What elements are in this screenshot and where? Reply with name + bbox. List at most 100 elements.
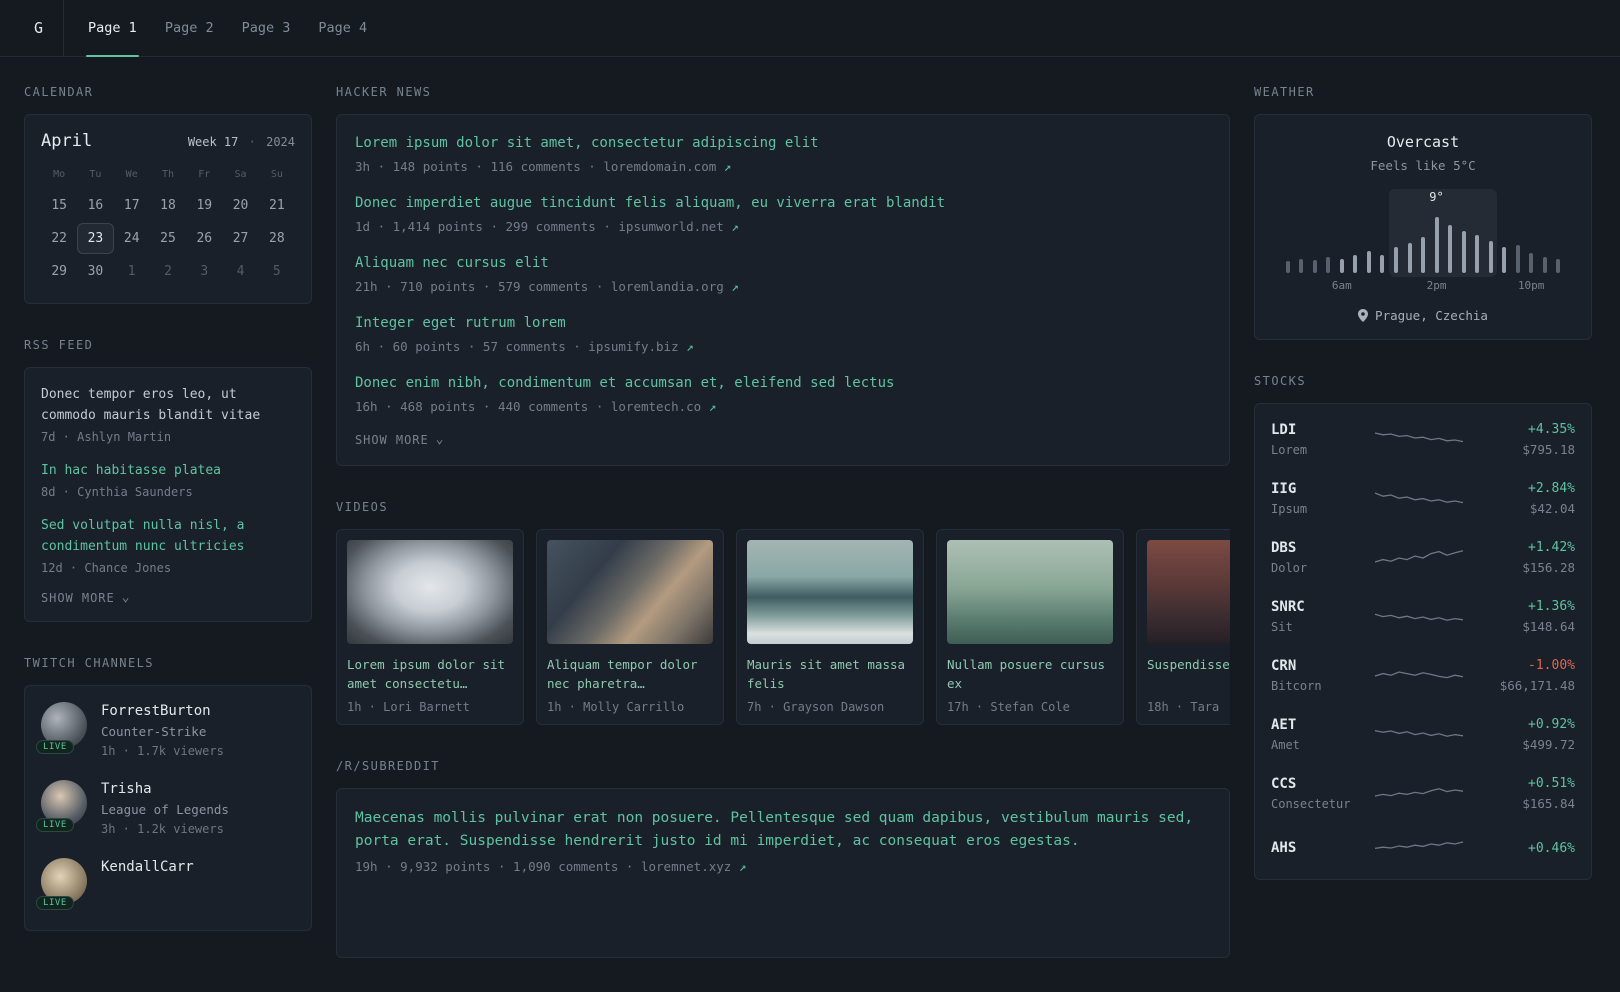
rss-show-more-button[interactable]: SHOW MORE ⌄	[41, 591, 295, 605]
video-card[interactable]: Aliquam tempor dolor nec pharetra… 1h · M…	[536, 529, 724, 725]
twitch-channel-row[interactable]: LIVE ForrestBurton Counter-Strike 1h · 1.7k…	[36, 702, 295, 758]
stock-id: SNRC Sit	[1271, 599, 1363, 634]
stock-row[interactable]: AET Amet +0.92% $499.72	[1255, 705, 1591, 764]
video-title[interactable]: Mauris sit amet massa felis	[747, 655, 913, 693]
video-title[interactable]: Nullam posuere cursus ex	[947, 655, 1113, 693]
tab-page-1[interactable]: Page 1	[74, 0, 151, 57]
stocks-widget: STOCKS LDI Lorem +4.35% $795.18 IIG Ipsum +2.8…	[1254, 374, 1592, 880]
item-domain-link[interactable]: ipsumify.biz	[588, 339, 678, 354]
weather-bar	[1556, 259, 1561, 273]
calendar-dow-label: We	[125, 169, 138, 180]
weather-bar-cell	[1443, 225, 1457, 273]
live-badge: LIVE	[36, 818, 74, 832]
stock-name: Bitcorn	[1271, 679, 1322, 693]
stock-symbol: LDI	[1271, 422, 1297, 438]
weather-bar	[1353, 255, 1358, 273]
app-logo[interactable]: G	[24, 0, 65, 56]
calendar-day: 2	[164, 264, 172, 279]
videos-list: Lorem ipsum dolor sit amet consectetu… 1h…	[336, 529, 1230, 725]
video-thumbnail[interactable]	[347, 540, 513, 644]
rss-item: Sed volutpat nulla nisl, a condimentum n…	[41, 515, 295, 575]
calendar-dow-label: Fr	[198, 169, 211, 180]
video-thumbnail[interactable]	[547, 540, 713, 644]
twitch-channel-game[interactable]: League of Legends	[101, 802, 229, 817]
item-meta: 16h · 468 points · 440 comments · loremt…	[355, 399, 1211, 414]
weather-bar-cell	[1484, 241, 1498, 273]
stock-row[interactable]: IIG Ipsum +2.84% $42.04	[1255, 469, 1591, 528]
twitch-channel-name[interactable]: Trisha	[101, 780, 229, 797]
video-thumbnail[interactable]	[1147, 540, 1230, 644]
weather-bar	[1515, 245, 1520, 273]
hn-show-more-button[interactable]: SHOW MORE ⌄	[355, 433, 1211, 447]
calendar-day: 15	[51, 198, 67, 213]
rss-item-title[interactable]: Sed volutpat nulla nisl, a condimentum n…	[41, 515, 295, 557]
item-meta: 6h · 60 points · 57 comments · ipsumify.…	[355, 339, 1211, 354]
calendar-day: 1	[127, 264, 136, 279]
weather-time-label: 2pm	[1426, 279, 1447, 292]
item-domain-link[interactable]: loremtech.co	[611, 399, 701, 414]
calendar-year: 2024	[266, 135, 295, 149]
stock-row[interactable]: AHS +0.46%	[1255, 823, 1591, 873]
calendar-grid: Mo Tu We Th Fr Sa Su 15 16 17 18 19 20 21 22 23 24 25 26 27…	[41, 161, 295, 287]
twitch-channel-name[interactable]: KendallCarr	[101, 858, 194, 875]
tab-page-3[interactable]: Page 3	[228, 0, 305, 56]
stock-row[interactable]: CCS Consectetur +0.51% $165.84	[1255, 764, 1591, 823]
video-meta: 18h · Tara	[1147, 700, 1220, 714]
video-card[interactable]: Nullam posuere cursus ex 17h · Stefan Col…	[936, 529, 1124, 725]
stock-row[interactable]: SNRC Sit +1.36% $148.64	[1255, 587, 1591, 646]
stock-id: LDI Lorem	[1271, 422, 1363, 457]
video-thumbnail[interactable]	[747, 540, 913, 644]
stock-row[interactable]: LDI Lorem +4.35% $795.18	[1255, 410, 1591, 469]
stock-values: -1.00% $66,171.48	[1475, 658, 1575, 693]
twitch-channel-game[interactable]: Counter-Strike	[101, 724, 224, 739]
stock-price: $148.64	[1522, 619, 1575, 634]
hn-item-title[interactable]: Integer eget rutrum lorem	[355, 313, 1211, 333]
weather-bar-cell	[1322, 257, 1336, 273]
rss-item-title[interactable]: In hac habitasse platea	[41, 460, 295, 481]
twitch-channel-row[interactable]: LIVE Trisha League of Legends 3h · 1.2k vie…	[36, 780, 295, 836]
calendar-day: 21	[269, 198, 285, 213]
rss-widget: RSS FEED Donec tempor eros leo, ut commo…	[24, 338, 312, 622]
video-card[interactable]: Suspendisse diam 18h · Tara	[1136, 529, 1230, 725]
rss-widget-title: RSS FEED	[24, 338, 94, 352]
weather-bar	[1299, 259, 1304, 273]
stock-symbol: AHS	[1271, 840, 1297, 856]
rss-item-title[interactable]: Donec tempor eros leo, ut commodo mauris…	[41, 384, 295, 426]
weather-bar	[1488, 241, 1493, 273]
hn-item-title[interactable]: Donec enim nibh, condimentum et accumsan…	[355, 373, 1211, 393]
weather-time-label: 10pm	[1517, 279, 1545, 292]
calendar-day: 22	[51, 231, 67, 246]
calendar-day: 3	[200, 264, 209, 279]
weather-bar-cell	[1308, 260, 1322, 273]
video-title[interactable]: Suspendisse diam	[1147, 655, 1230, 693]
item-domain-link[interactable]: ipsumworld.net	[618, 219, 723, 234]
twitch-channel-name[interactable]: ForrestBurton	[101, 702, 224, 719]
hn-item-title[interactable]: Donec imperdiet augue tincidunt felis al…	[355, 193, 1211, 213]
item-domain-link[interactable]: loremlandia.org	[611, 279, 724, 294]
stock-symbol: IIG	[1271, 481, 1297, 497]
external-link-icon: ↗	[678, 339, 694, 354]
subreddit-post-title[interactable]: Maecenas mollis pulvinar erat non posuer…	[355, 807, 1211, 853]
item-domain-link[interactable]: loremdomain.com	[603, 159, 716, 174]
external-link-icon: ↗	[701, 399, 717, 414]
hn-item-title[interactable]: Lorem ipsum dolor sit amet, consectetur …	[355, 133, 1211, 153]
video-thumbnail[interactable]	[947, 540, 1113, 644]
tab-page-4[interactable]: Page 4	[304, 0, 381, 56]
stock-row[interactable]: CRN Bitcorn -1.00% $66,171.48	[1255, 646, 1591, 705]
stock-sparkline-icon	[1374, 549, 1464, 563]
video-title[interactable]: Aliquam tempor dolor nec pharetra…	[547, 655, 713, 693]
video-card[interactable]: Mauris sit amet massa felis 7h · Grayson …	[736, 529, 924, 725]
twitch-channel-row[interactable]: LIVE KendallCarr	[36, 858, 295, 910]
video-card[interactable]: Lorem ipsum dolor sit amet consectetu… 1h…	[336, 529, 524, 725]
item-domain-link[interactable]: loremnet.xyz	[641, 859, 731, 874]
weather-bar	[1434, 217, 1439, 273]
hn-item-title[interactable]: Aliquam nec cursus elit	[355, 253, 1211, 273]
weather-bar	[1448, 225, 1453, 273]
columns: CALENDAR April Week 17 · 2024 Mo Tu We Th Fr…	[0, 57, 1620, 992]
calendar-day: 24	[123, 231, 140, 246]
tab-page-2[interactable]: Page 2	[151, 0, 228, 56]
weather-widget: WEATHER Overcast Feels like 5°C 9° 6am 2p…	[1254, 85, 1592, 340]
video-meta: 17h · Stefan Cole	[947, 700, 1070, 714]
video-title[interactable]: Lorem ipsum dolor sit amet consectetu…	[347, 655, 513, 693]
stock-row[interactable]: DBS Dolor +1.42% $156.28	[1255, 528, 1591, 587]
